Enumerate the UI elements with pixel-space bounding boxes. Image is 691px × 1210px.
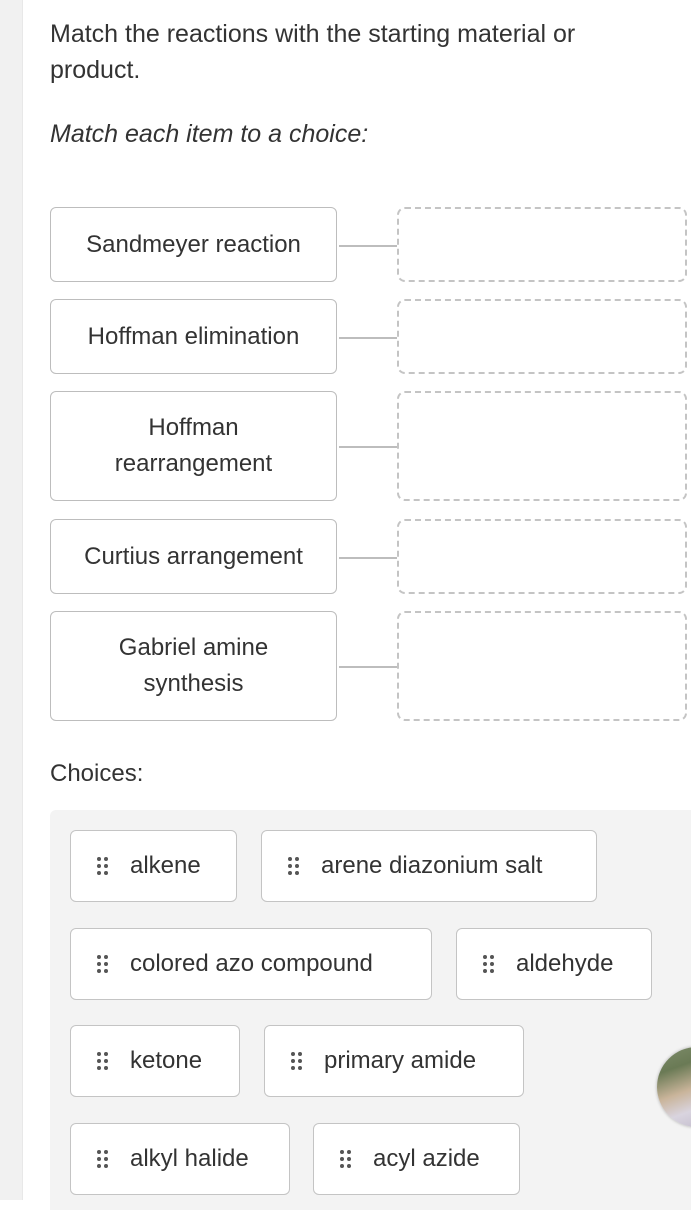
drop-zone[interactable] xyxy=(397,519,687,594)
match-row: Curtius arrangement xyxy=(50,519,691,594)
choice-chip[interactable]: arene diazonium salt xyxy=(261,830,597,902)
drag-handle-icon[interactable] xyxy=(97,1052,108,1070)
prompt-label: Hoffman elimination xyxy=(87,322,300,350)
connector-line xyxy=(339,336,397,339)
choice-label: alkene xyxy=(130,852,201,879)
choices-heading: Choices: xyxy=(50,760,144,787)
choice-chip[interactable]: aldehyde xyxy=(456,928,652,1000)
drop-zone[interactable] xyxy=(397,611,687,721)
match-row: Hoffman rearrangement xyxy=(50,391,691,501)
choice-label: aldehyde xyxy=(516,950,614,977)
prompt-label: Hoffman rearrangement xyxy=(114,414,273,477)
drag-handle-icon[interactable] xyxy=(97,955,108,973)
choice-label: alkyl halide xyxy=(130,1145,249,1172)
choice-chip[interactable]: colored azo compound xyxy=(70,928,432,1000)
prompt-label: Sandmeyer reaction xyxy=(86,230,301,258)
drag-handle-icon[interactable] xyxy=(288,857,299,875)
choice-chip[interactable]: alkene xyxy=(70,830,237,902)
choice-chip[interactable]: ketone xyxy=(70,1025,240,1097)
drag-handle-icon[interactable] xyxy=(97,857,108,875)
prompt-item: Gabriel amine synthesis xyxy=(50,611,337,721)
drop-zone[interactable] xyxy=(397,299,687,374)
prompt-label: Curtius arrangement xyxy=(84,542,303,570)
prompt-item: Sandmeyer reaction xyxy=(50,207,337,282)
choice-chip[interactable]: acyl azide xyxy=(313,1123,520,1195)
drag-handle-icon[interactable] xyxy=(291,1052,302,1070)
choice-label: acyl azide xyxy=(373,1145,480,1172)
choice-label: arene diazonium salt xyxy=(321,852,543,879)
drag-handle-icon[interactable] xyxy=(483,955,494,973)
choice-label: ketone xyxy=(130,1047,203,1074)
instruction-text: Match each item to a choice: xyxy=(50,120,369,148)
prompt-label: Gabriel amine synthesis xyxy=(118,634,269,697)
match-row: Gabriel amine synthesis xyxy=(50,611,691,721)
match-row: Hoffman elimination xyxy=(50,299,691,374)
connector-line xyxy=(339,244,397,247)
prompt-item: Hoffman elimination xyxy=(50,299,337,374)
connector-line xyxy=(339,556,397,559)
match-row: Sandmeyer reaction xyxy=(50,207,691,282)
prompt-item: Curtius arrangement xyxy=(50,519,337,594)
drop-zone[interactable] xyxy=(397,207,687,282)
drag-handle-icon[interactable] xyxy=(97,1150,108,1168)
prompt-item: Hoffman rearrangement xyxy=(50,391,337,501)
connector-line xyxy=(339,446,397,448)
left-gutter xyxy=(0,0,23,1200)
question-text: Match the reactions with the starting ma… xyxy=(50,20,576,84)
choices-area: alkene arene diazonium salt colored azo … xyxy=(50,810,691,1210)
drop-zone[interactable] xyxy=(397,391,687,501)
choice-chip[interactable]: primary amide xyxy=(264,1025,524,1097)
connector-line xyxy=(339,666,397,668)
choice-label: colored azo compound xyxy=(130,950,373,977)
choice-label: primary amide xyxy=(324,1047,477,1074)
drag-handle-icon[interactable] xyxy=(340,1150,351,1168)
choice-chip[interactable]: alkyl halide xyxy=(70,1123,290,1195)
